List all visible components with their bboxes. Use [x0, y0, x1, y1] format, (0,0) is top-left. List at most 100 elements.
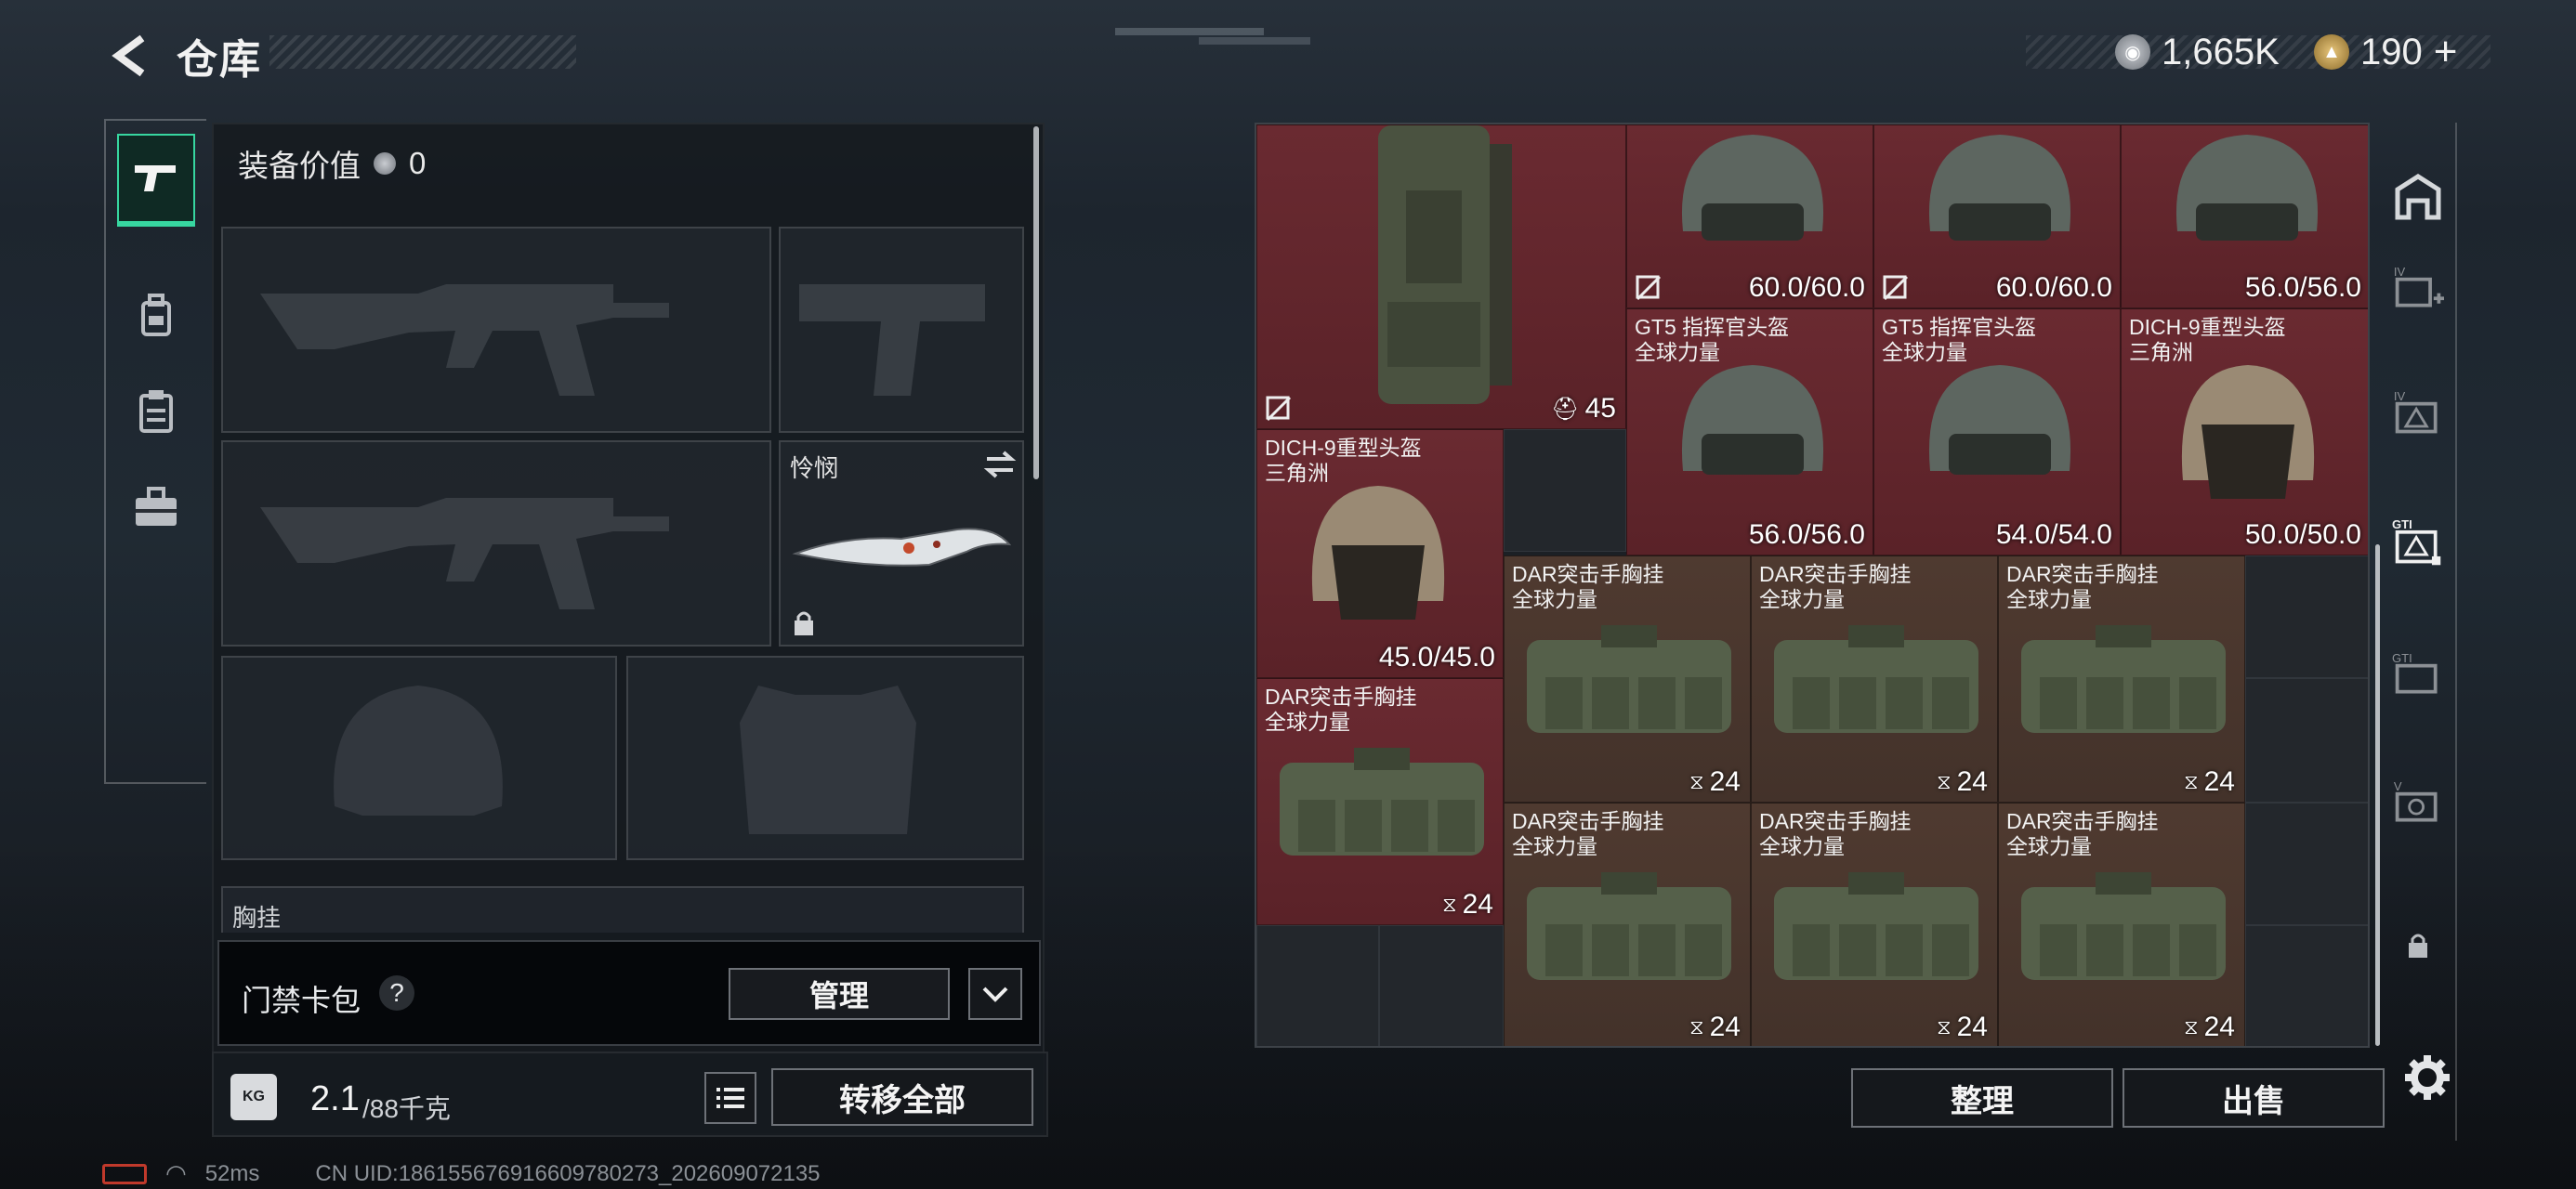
nav-chest-rig[interactable] — [117, 364, 195, 457]
settings-button[interactable] — [2399, 1050, 2455, 1105]
nav-backpack[interactable] — [117, 269, 195, 362]
no-insurance-icon — [1266, 396, 1292, 422]
empty-cell[interactable] — [2245, 678, 2368, 803]
swap-arrows-icon[interactable] — [983, 450, 1017, 479]
help-icon[interactable]: ? — [379, 975, 414, 1011]
secondary-weapon-slot[interactable] — [221, 440, 771, 647]
gold-currency-value: 190 — [2360, 31, 2423, 72]
storage-tab-iv[interactable]: IV — [2392, 386, 2444, 438]
stash-item-helmet[interactable]: 56.0/56.0 — [2121, 124, 2368, 308]
item-count: ⛑ 45 — [1551, 393, 1616, 425]
no-insurance-icon — [1883, 275, 1909, 301]
sort-button[interactable]: 整理 — [1851, 1068, 2113, 1128]
vest-small-icon: ⧖ — [1689, 1015, 1704, 1039]
left-category-nav — [104, 119, 206, 784]
gold-currency[interactable]: ▲ 190 + — [2314, 29, 2458, 75]
item-name: DAR突击手胸挂 全球力量 — [1265, 685, 1417, 735]
svg-text:GTI: GTI — [2392, 651, 2412, 665]
item-title: DICH-9重型头盔 — [2129, 315, 2286, 339]
item-count-value: 24 — [1956, 1012, 1988, 1042]
item-title: DAR突击手胸挂 — [2006, 562, 2159, 586]
stash-grid: ⛑ 45 60.0/60.0 60.0/60.0 56.0/56.0 GT5 指挥… — [1255, 123, 2370, 1048]
empty-cell[interactable] — [2245, 803, 2368, 925]
access-card-label: 门禁卡包 — [242, 984, 361, 1017]
stash-item-helmet[interactable]: GT5 指挥官头盔 全球力量 54.0/54.0 — [1873, 308, 2121, 555]
weight-current: 2.1 — [310, 1079, 360, 1118]
item-count: ⧖ 24 — [1442, 889, 1493, 921]
helmet-image — [1928, 135, 2071, 241]
vest-small-icon: ⧖ — [1442, 893, 1457, 916]
battery-icon — [102, 1163, 147, 1184]
list-view-button[interactable] — [704, 1072, 756, 1124]
item-title: DAR突击手胸挂 — [1512, 562, 1664, 586]
item-name: DICH-9重型头盔 三角洲 — [1265, 436, 1422, 486]
storage-tab-v[interactable]: V — [2392, 777, 2444, 829]
equipment-value-label: 装备价值 — [238, 149, 361, 183]
stash-home-tab[interactable] — [2392, 171, 2444, 223]
helmet-image — [2175, 135, 2319, 241]
manage-button[interactable]: 管理 — [729, 968, 950, 1020]
melee-slot[interactable]: 怜悯 — [779, 440, 1024, 647]
svg-text:IV: IV — [2394, 265, 2406, 279]
item-faction: 全球力量 — [1265, 710, 1350, 734]
stash-item-backpack[interactable]: ⛑ 45 — [1256, 124, 1626, 429]
stash-item-chest-rig[interactable]: DAR突击手胸挂 全球力量 ⧖ 24 — [1998, 803, 2245, 1046]
stash-item-chest-rig[interactable]: DAR突击手胸挂 全球力量 ⧖ 24 — [1998, 555, 2245, 803]
primary-weapon-slot[interactable] — [221, 227, 771, 433]
item-name: DAR突击手胸挂 全球力量 — [1512, 809, 1664, 859]
stash-item-helmet[interactable]: 60.0/60.0 — [1873, 124, 2121, 308]
storage-tab-gti-selected[interactable]: GTI — [2392, 516, 2444, 568]
storage-tab-gti[interactable]: GTI — [2392, 648, 2444, 700]
stash-item-chest-rig[interactable]: DAR突击手胸挂 全球力量 ⧖ 24 — [1751, 555, 1998, 803]
vest-small-icon: ⧖ — [2184, 1015, 2199, 1039]
storage-tab-iv-plus[interactable]: IV — [2392, 262, 2444, 314]
back-button[interactable] — [102, 28, 158, 84]
gear-icon — [2405, 1055, 2450, 1100]
stash-item-chest-rig[interactable]: DAR突击手胸挂 全球力量 ⧖ 24 — [1751, 803, 1998, 1046]
empty-cell[interactable] — [2245, 925, 2368, 1046]
sell-button[interactable]: 出售 — [2123, 1068, 2385, 1128]
empty-cell[interactable] — [1379, 925, 1504, 1046]
stash-item-helmet[interactable]: DICH-9重型头盔 三角洲 50.0/50.0 — [2121, 308, 2368, 555]
item-count-value: 24 — [2203, 1012, 2235, 1042]
stash-item-helmet[interactable]: 60.0/60.0 — [1626, 124, 1873, 308]
chest-rig-image — [1774, 625, 1978, 733]
heavy-helmet-image — [2181, 365, 2315, 499]
empty-cell[interactable] — [1256, 925, 1379, 1046]
svg-text:V: V — [2394, 779, 2402, 793]
item-count-value: 45 — [1584, 393, 1616, 424]
empty-cell[interactable] — [2245, 555, 2368, 678]
stash-item-chest-rig[interactable]: DAR突击手胸挂 全球力量 ⧖ 24 — [1256, 678, 1504, 925]
item-title: DAR突击手胸挂 — [1265, 685, 1417, 709]
add-currency-button[interactable]: + — [2434, 29, 2458, 75]
ping-value: 52ms — [204, 1160, 260, 1186]
pistol-slot[interactable] — [779, 227, 1024, 433]
stash-item-chest-rig[interactable]: DAR突击手胸挂 全球力量 ⧖ 24 — [1504, 803, 1751, 1046]
empty-cell[interactable] — [1504, 429, 1626, 552]
item-title: DAR突击手胸挂 — [1512, 809, 1664, 833]
transfer-all-button[interactable]: 转移全部 — [771, 1068, 1033, 1126]
stash-item-helmet[interactable]: GT5 指挥官头盔 全球力量 56.0/56.0 — [1626, 308, 1873, 555]
expand-dropdown-button[interactable] — [968, 968, 1022, 1020]
item-title: DAR突击手胸挂 — [1759, 809, 1912, 833]
item-name: GT5 指挥官头盔 全球力量 — [1882, 315, 2036, 365]
item-title: DAR突击手胸挂 — [1759, 562, 1912, 586]
item-title: GT5 指挥官头盔 — [1882, 315, 2037, 339]
stash-item-chest-rig[interactable]: DAR突击手胸挂 全球力量 ⧖ 24 — [1504, 555, 1751, 803]
tactical-backpack-image — [1378, 125, 1512, 404]
durability-value: 45.0/45.0 — [1378, 642, 1495, 673]
stash-item-helmet[interactable]: DICH-9重型头盔 三角洲 45.0/45.0 — [1256, 429, 1504, 678]
lock-icon — [795, 611, 813, 635]
pistol-silhouette-icon — [799, 284, 985, 396]
nav-weapons[interactable] — [117, 134, 195, 227]
loadout-scrollbar[interactable] — [1033, 126, 1039, 479]
briefcase-icon — [136, 487, 177, 526]
helmet-slot[interactable] — [221, 656, 617, 860]
locked-storage-tab[interactable] — [2392, 920, 2444, 972]
nav-briefcase[interactable] — [117, 461, 195, 554]
melee-slot-name: 怜悯 — [790, 454, 839, 482]
item-name: DAR突击手胸挂 全球力量 — [1759, 809, 1912, 859]
armor-slot[interactable] — [626, 656, 1024, 860]
chest-rig-slot[interactable]: 胸挂 — [221, 886, 1024, 933]
helmet-silhouette-icon — [334, 686, 503, 816]
